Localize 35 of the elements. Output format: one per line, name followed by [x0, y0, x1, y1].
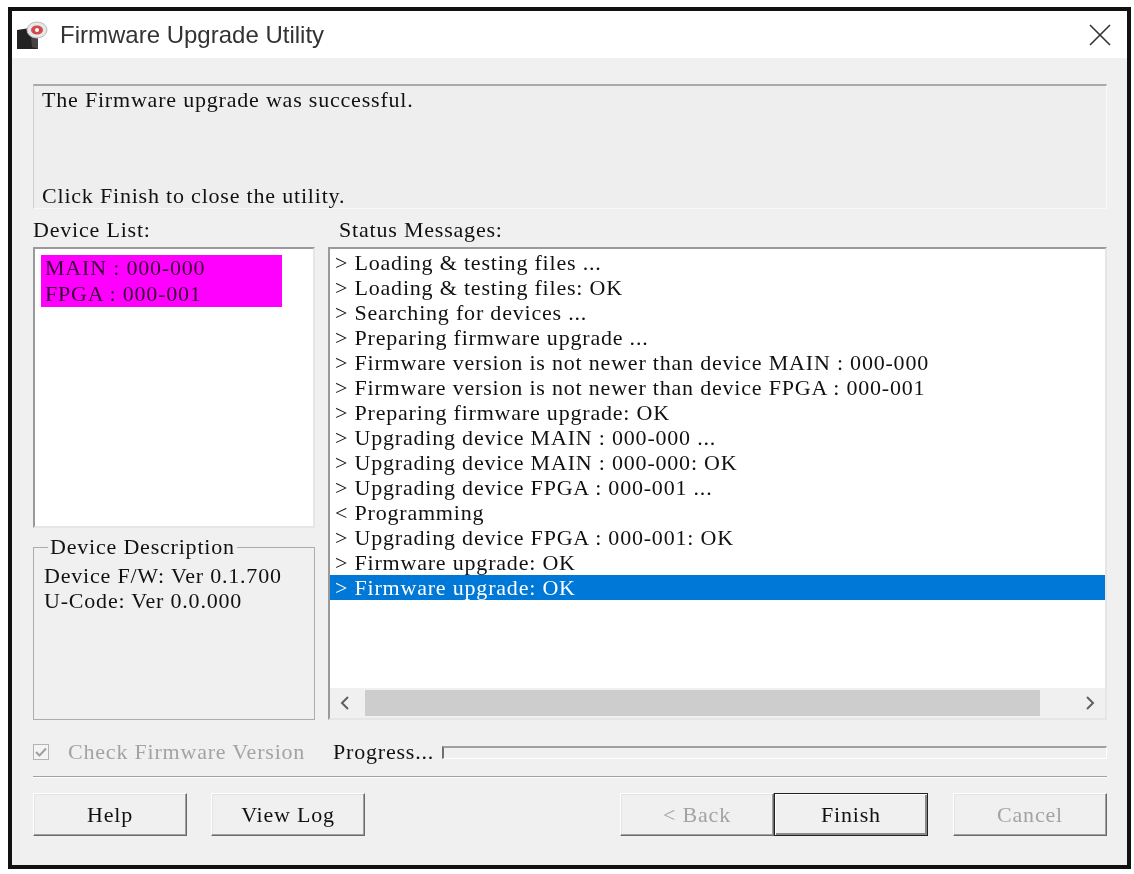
group-box-title: Device Description: [49, 536, 236, 558]
device-list-item[interactable]: FPGA : 000-001: [41, 281, 282, 307]
list-label: Device List:: [33, 218, 151, 242]
device-info-text: U-Code: Ver 0.0.000: [44, 588, 244, 613]
status-message[interactable]: > Firmware version is not newer than device FPGA : 000-001: [330, 375, 1105, 400]
status-message[interactable]: > Firmware upgrade: OK: [330, 550, 1105, 575]
close-icon[interactable]: [1089, 23, 1111, 46]
status-message[interactable]: > Firmware upgrade: OK: [330, 575, 1105, 600]
status-message[interactable]: > Firmware version is not newer than device MAIN : 000-000: [330, 350, 1105, 375]
status-message[interactable]: > Loading & testing files ...: [330, 250, 1105, 275]
disc-box-icon: [16, 19, 48, 50]
checkmark-icon: [35, 747, 47, 757]
dialog-button[interactable]: Finish: [774, 793, 928, 836]
status-message[interactable]: > Searching for devices ...: [330, 300, 1105, 325]
status-message[interactable]: > Preparing firmware upgrade ...: [330, 325, 1105, 350]
status-message[interactable]: > Upgrading device MAIN : 000-000: OK: [330, 450, 1105, 475]
status-message[interactable]: > Upgrading device FPGA : 000-001 ...: [330, 475, 1105, 500]
progress-label: Progress...: [332, 740, 435, 764]
status-message[interactable]: > Preparing firmware upgrade: OK: [330, 400, 1105, 425]
window-title: Firmware Upgrade Utility: [60, 20, 325, 49]
chevron-right-icon[interactable]: [1085, 696, 1095, 710]
dialog-button[interactable]: Help: [33, 793, 187, 836]
list-label: Status Messages:: [339, 218, 503, 242]
status-message[interactable]: > Upgrading device MAIN : 000-000 ...: [330, 425, 1105, 450]
dialog-button[interactable]: View Log: [211, 793, 365, 836]
device-list-item[interactable]: MAIN : 000-000: [41, 255, 282, 281]
message-text: The Firmware upgrade was successful.: [42, 88, 415, 112]
status-message[interactable]: > Loading & testing files: OK: [330, 275, 1105, 300]
device-info-text: Device F/W: Ver 0.1.700: [44, 563, 283, 588]
scrollbar-thumb[interactable]: [365, 690, 1041, 716]
message-text: Click Finish to close the utility.: [42, 184, 347, 208]
status-message[interactable]: < Programming: [330, 500, 1105, 525]
status-message[interactable]: > Upgrading device FPGA : 000-001: OK: [330, 525, 1105, 550]
checkbox-label: Check Firmware Version: [68, 740, 306, 764]
chevron-left-icon[interactable]: [340, 696, 350, 710]
